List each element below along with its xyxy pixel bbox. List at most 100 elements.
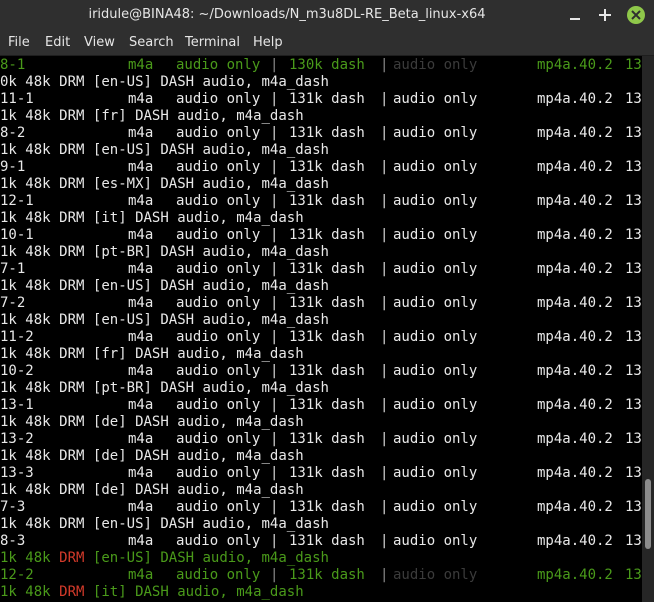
drm-label: DRM xyxy=(59,414,85,430)
track-kind-2: audio only xyxy=(393,329,478,345)
menu-file[interactable]: File xyxy=(8,35,30,50)
info-prefix: 1k 48k xyxy=(0,312,60,328)
track-ext: m4a xyxy=(128,465,154,481)
info-prefix: 1k 48k xyxy=(0,244,60,260)
track-ext: m4a xyxy=(128,397,154,413)
track-line: 7-3 m4a audio only | 131k dash | audio only mp4… xyxy=(0,499,642,516)
column-separator: | xyxy=(270,125,279,141)
track-info-line: 1k 48k DRM [en-US] DASH audio, m4a_dash xyxy=(0,278,642,295)
track-kind: audio only xyxy=(176,295,261,311)
info-prefix: 1k 48k xyxy=(0,108,60,124)
info-prefix: 1k 48k xyxy=(0,414,60,430)
track-id: 11-1 xyxy=(0,91,34,107)
track-kind-2: audio only xyxy=(393,499,478,515)
info-text: [pt-BR] DASH audio, m4a_dash xyxy=(84,380,329,396)
scrollbar-thumb[interactable] xyxy=(645,479,651,549)
track-ext: m4a xyxy=(128,57,154,73)
info-prefix: 1k 48k xyxy=(0,482,60,498)
track-id: 12-2 xyxy=(0,567,34,583)
track-info-line: 1k 48k DRM [en-US] DASH audio, m4a_dash xyxy=(0,142,642,159)
column-separator: | xyxy=(380,227,389,243)
column-separator: | xyxy=(270,159,279,175)
info-text: [en-US] DASH audio, m4a_dash xyxy=(84,278,329,294)
track-ext: m4a xyxy=(128,363,154,379)
track-id: 8-1 xyxy=(0,57,26,73)
track-kind-2: audio only xyxy=(393,295,478,311)
column-separator: | xyxy=(270,533,279,549)
track-line: 8-1 m4a audio only | 130k dash | audio only mp4… xyxy=(0,57,642,74)
track-bitrate: 131k dash xyxy=(289,295,365,311)
track-id: 7-1 xyxy=(0,261,26,277)
track-codec: mp4a.40.2 xyxy=(537,465,613,481)
maximize-button[interactable] xyxy=(594,4,616,26)
track-kind: audio only xyxy=(176,227,261,243)
drm-label: DRM xyxy=(59,108,85,124)
track-line: 9-1 m4a audio only | 131k dash | audio only mp4… xyxy=(0,159,642,176)
column-separator: | xyxy=(380,499,389,515)
drm-label: DRM xyxy=(59,448,85,464)
track-tail: 13 xyxy=(625,397,642,413)
track-kind-2: audio only xyxy=(393,91,478,107)
track-tail: 13 xyxy=(625,57,642,73)
track-line: 13-1 m4a audio only | 131k dash | audio only mp… xyxy=(0,397,642,414)
track-kind-2: audio only xyxy=(393,125,478,141)
track-ext: m4a xyxy=(128,295,154,311)
column-separator: | xyxy=(380,125,389,141)
track-codec: mp4a.40.2 xyxy=(537,91,613,107)
track-kind: audio only xyxy=(176,363,261,379)
track-info-line: 1k 48k DRM [es-MX] DASH audio, m4a_dash xyxy=(0,176,642,193)
track-ext: m4a xyxy=(128,227,154,243)
menu-terminal[interactable]: Terminal xyxy=(185,35,240,50)
menu-help[interactable]: Help xyxy=(253,35,283,50)
column-separator: | xyxy=(380,329,389,345)
column-separator: | xyxy=(380,91,389,107)
track-bitrate: 131k dash xyxy=(289,329,365,345)
column-separator: | xyxy=(270,57,279,73)
column-separator: | xyxy=(270,431,279,447)
track-line: 12-1 m4a audio only | 131k dash | audio only mp… xyxy=(0,193,642,210)
menu-view[interactable]: View xyxy=(84,35,115,50)
terminal-output[interactable]: 8-1 m4a audio only | 130k dash | audio only mp4… xyxy=(0,56,642,602)
drm-label: DRM xyxy=(59,516,85,532)
drm-label: DRM xyxy=(59,74,85,90)
track-bitrate: 131k dash xyxy=(289,499,365,515)
column-separator: | xyxy=(270,363,279,379)
track-id: 8-2 xyxy=(0,125,26,141)
track-info-line: 1k 48k DRM [fr] DASH audio, m4a_dash xyxy=(0,108,642,125)
minimize-button[interactable] xyxy=(564,4,586,26)
track-tail: 13 xyxy=(625,159,642,175)
info-prefix: 1k 48k xyxy=(0,210,60,226)
scrollbar[interactable] xyxy=(642,56,654,602)
track-info-line: 0k 48k DRM [en-US] DASH audio, m4a_dash xyxy=(0,74,642,91)
track-line: 13-3 m4a audio only | 131k dash | audio only mp… xyxy=(0,465,642,482)
track-kind-2: audio only xyxy=(393,57,478,73)
menu-search[interactable]: Search xyxy=(129,35,174,50)
track-codec: mp4a.40.2 xyxy=(537,261,613,277)
close-button[interactable] xyxy=(625,4,647,26)
column-separator: | xyxy=(270,397,279,413)
track-info-line: 1k 48k DRM [en-US] DASH audio, m4a_dash xyxy=(0,312,642,329)
drm-label: DRM xyxy=(59,142,85,158)
column-separator: | xyxy=(270,295,279,311)
track-info-line: 1k 48k DRM [pt-BR] DASH audio, m4a_dash xyxy=(0,380,642,397)
column-separator: | xyxy=(270,499,279,515)
track-kind-2: audio only xyxy=(393,193,478,209)
column-separator: | xyxy=(270,329,279,345)
title-bar[interactable]: iridule@BINA48: ~/Downloads/N_m3u8DL-RE_… xyxy=(0,0,654,30)
track-kind: audio only xyxy=(176,567,261,583)
track-info-line: 1k 48k DRM [en-US] DASH audio, m4a_dash xyxy=(0,516,642,533)
track-tail: 13 xyxy=(625,533,642,549)
column-separator: | xyxy=(270,567,279,583)
track-id: 13-2 xyxy=(0,431,34,447)
menu-edit[interactable]: Edit xyxy=(45,35,70,50)
track-bitrate: 131k dash xyxy=(289,193,365,209)
info-text: [en-US] DASH audio, m4a_dash xyxy=(84,142,329,158)
track-kind-2: audio only xyxy=(393,397,478,413)
track-line: 7-2 m4a audio only | 131k dash | audio only mp4… xyxy=(0,295,642,312)
column-separator: | xyxy=(380,295,389,311)
track-info-line: 1k 48k DRM [de] DASH audio, m4a_dash xyxy=(0,482,642,499)
info-text: [de] DASH audio, m4a_dash xyxy=(84,482,304,498)
track-info-line: 1k 48k DRM [it] DASH audio, m4a_dash xyxy=(0,584,642,601)
column-separator: | xyxy=(270,261,279,277)
info-prefix: 1k 48k xyxy=(0,550,60,566)
